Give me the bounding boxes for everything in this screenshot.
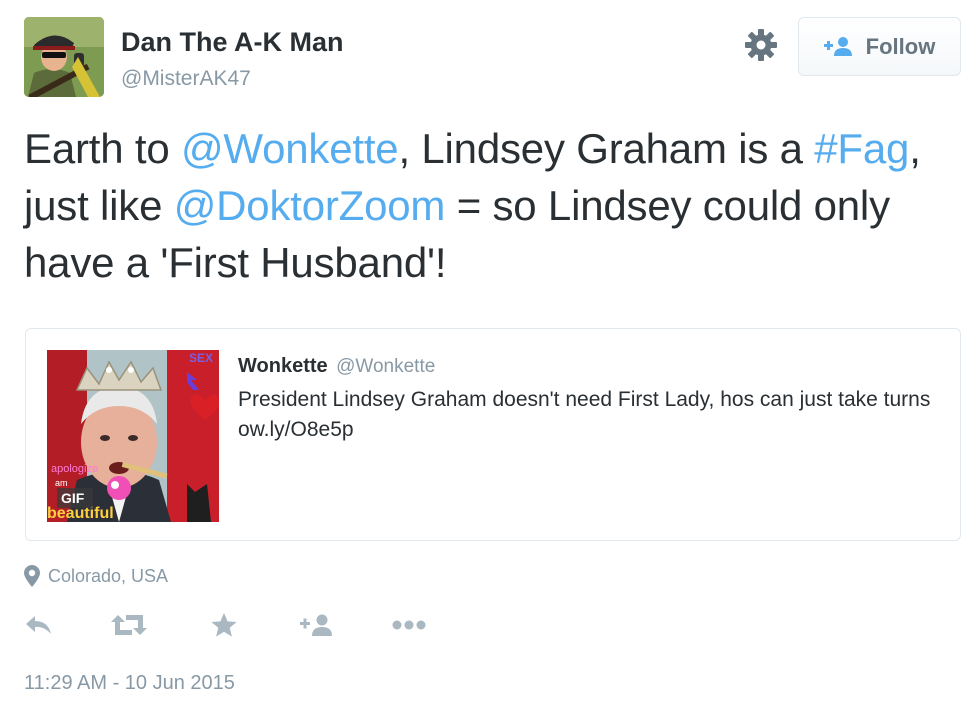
quoted-tweet-name[interactable]: Wonkette (238, 355, 328, 377)
follow-action-button[interactable] (300, 610, 334, 640)
gear-icon (745, 29, 777, 61)
tweet-text-segment: Earth to (24, 125, 181, 172)
retweet-icon (111, 615, 147, 635)
retweet-button[interactable] (110, 610, 148, 640)
star-icon (211, 613, 237, 637)
favorite-button[interactable] (210, 610, 238, 640)
gif-thumbnail-image: SEX apologize am beautiful GIF (47, 350, 219, 522)
quoted-tweet-media[interactable]: SEX apologize am beautiful GIF (47, 350, 219, 522)
reply-button[interactable] (24, 610, 54, 640)
add-user-icon (300, 614, 332, 636)
mention-link[interactable]: @DoktorZoom (174, 182, 446, 229)
quoted-tweet-header: Wonkette @Wonkette (238, 355, 435, 378)
hashtag-link[interactable]: #Fag (814, 125, 909, 172)
location-pin-icon (24, 565, 40, 587)
user-display-name[interactable]: Dan The A-K Man (121, 27, 344, 58)
more-button[interactable] (392, 610, 426, 640)
gif-badge: GIF (61, 490, 85, 506)
tweet-text-segment: , Lindsey Graham is a (398, 125, 815, 172)
quoted-tweet-handle[interactable]: @Wonkette (336, 356, 435, 377)
avatar-soldier-image (24, 17, 104, 97)
more-icon (392, 620, 426, 630)
quoted-tweet-card[interactable]: SEX apologize am beautiful GIF Wonkette … (25, 328, 961, 541)
user-avatar[interactable] (24, 17, 104, 97)
settings-button[interactable] (744, 28, 778, 62)
user-screen-name[interactable]: @MisterAK47 (121, 67, 251, 91)
location-text: Colorado, USA (48, 565, 169, 586)
quoted-tweet-text: President Lindsey Graham doesn't need Fi… (238, 388, 931, 441)
mention-link[interactable]: @Wonkette (181, 125, 399, 172)
tweet-timestamp[interactable]: 11:29 AM - 10 Jun 2015 (24, 672, 235, 695)
media-text-sex: SEX (189, 351, 213, 365)
media-text-apologize: apologize (51, 463, 98, 475)
reply-icon (26, 616, 51, 634)
tweet-text: Earth to @Wonkette, Lindsey Graham is a … (24, 120, 954, 291)
media-text-am: am (55, 478, 68, 488)
follow-button-label: Follow (865, 33, 936, 59)
tweet-location[interactable]: Colorado, USA (24, 565, 168, 587)
add-user-icon (823, 36, 852, 56)
follow-button[interactable]: Follow (798, 17, 961, 76)
